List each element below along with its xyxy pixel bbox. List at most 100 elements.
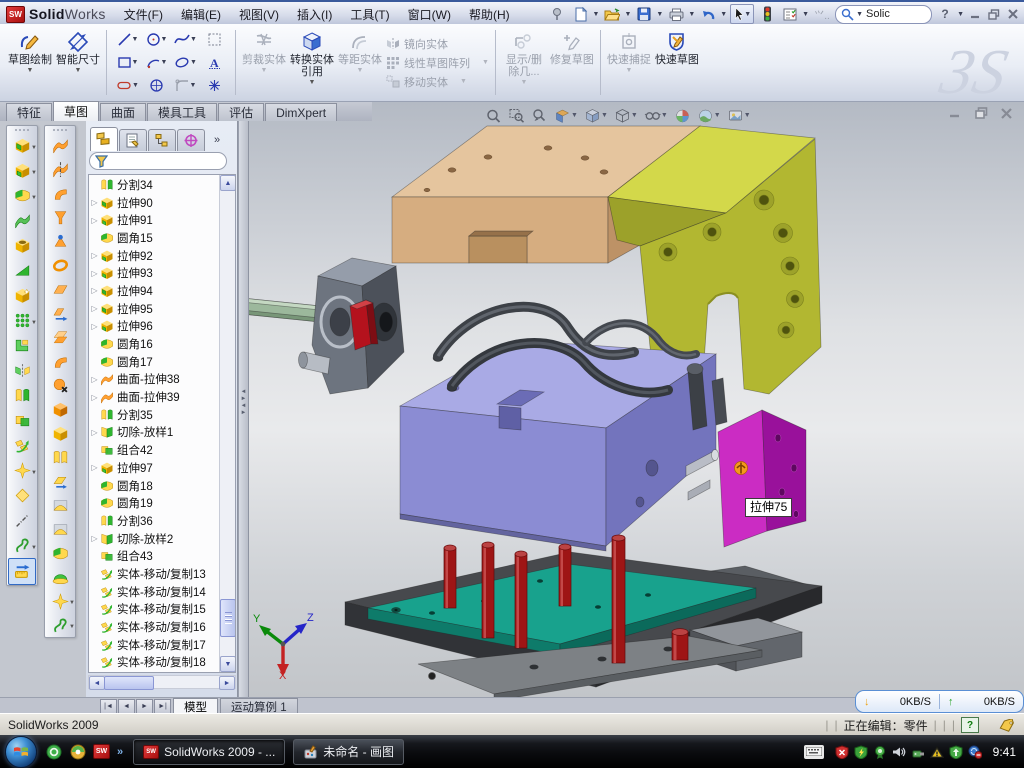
quick-tips-icon[interactable]: ? xyxy=(961,717,979,733)
quick-launch-overflow-icon[interactable]: » xyxy=(117,746,123,758)
zoom-magnifier-icon[interactable] xyxy=(529,107,550,125)
scroll-up-button[interactable]: ▲ xyxy=(220,175,236,191)
hide-show-items-dropdown-icon[interactable]: ▼ xyxy=(661,112,668,119)
arc-tool[interactable]: ▼ xyxy=(142,51,171,74)
knit-surface-button[interactable] xyxy=(45,541,75,565)
hide-show-items-icon[interactable]: ▼ xyxy=(642,107,670,125)
freeform-button[interactable] xyxy=(45,253,75,277)
shell-button[interactable] xyxy=(7,233,37,258)
curves-dropdown-icon[interactable]: ▼ xyxy=(31,545,37,551)
delete-face-button[interactable] xyxy=(45,373,75,397)
new-document-button[interactable] xyxy=(571,5,591,23)
tree-item[interactable]: ▷拉伸91 xyxy=(89,211,220,229)
help-button[interactable]: ? xyxy=(935,5,955,23)
axis-button[interactable] xyxy=(7,508,37,533)
print-button[interactable] xyxy=(666,5,686,23)
tree-item[interactable]: ▷拉伸93 xyxy=(89,264,220,282)
quick-snaps-dropdown-icon[interactable]: ▼ xyxy=(625,67,632,74)
replace-face-button[interactable] xyxy=(45,397,75,421)
display-delete-relations-button[interactable]: 显示/删除几... ▼ xyxy=(500,26,548,99)
update-shield-tray-icon[interactable] xyxy=(949,745,963,759)
mirror-feature-button[interactable] xyxy=(7,358,37,383)
extruded-boss-base-dropdown-icon[interactable]: ▼ xyxy=(31,145,37,151)
rapid-sketch-button[interactable]: 快速草图 xyxy=(653,26,701,99)
tree-item[interactable]: ▷切除-放样2 xyxy=(89,530,220,548)
undo-button[interactable] xyxy=(698,5,718,23)
boundary-surface-button[interactable] xyxy=(45,205,75,229)
tree-horizontal-scrollbar[interactable]: ◄ ► xyxy=(88,675,236,689)
tab-dimxpert-manager[interactable] xyxy=(177,129,205,151)
green-shield-lightning-tray-icon[interactable] xyxy=(854,745,868,759)
offset-entities-button[interactable]: 等距实体 ▼ xyxy=(336,26,384,99)
horizontal-scroll-thumb[interactable] xyxy=(104,676,154,690)
dome-button[interactable] xyxy=(45,565,75,589)
curves-2-dropdown-icon[interactable]: ▼ xyxy=(69,624,75,630)
prev-tab-button[interactable]: ◄ xyxy=(118,699,135,714)
options-button[interactable] xyxy=(780,5,800,23)
extend-surface-button[interactable] xyxy=(45,301,75,325)
taskbar-window-solidworks[interactable]: SW SolidWorks 2009 - ... xyxy=(133,739,285,765)
display-delete-dropdown-icon[interactable]: ▼ xyxy=(520,79,527,86)
mirror-entities-button[interactable]: 镜向实体 xyxy=(386,36,489,52)
plane-button[interactable] xyxy=(7,483,37,508)
swept-boss-button[interactable] xyxy=(7,208,37,233)
cut-with-surface-button[interactable] xyxy=(45,469,75,493)
service-badge-tray-icon[interactable] xyxy=(873,745,887,759)
trim-dropdown-icon[interactable]: ▼ xyxy=(261,67,268,74)
edit-appearance-icon[interactable] xyxy=(672,107,693,125)
planar-surface-button[interactable] xyxy=(45,277,75,301)
menu-item-6[interactable]: 帮助(H) xyxy=(461,4,518,25)
scroll-right-button[interactable]: ► xyxy=(219,676,235,690)
expand-icon[interactable]: ▷ xyxy=(89,216,100,225)
tree-item[interactable]: 圆角15 xyxy=(89,229,220,247)
open-button[interactable] xyxy=(602,5,622,23)
tab-dimxpert[interactable]: DimXpert xyxy=(265,103,337,121)
offset-surface-button[interactable] xyxy=(45,325,75,349)
revolved-surface-button[interactable] xyxy=(45,157,75,181)
model-3d[interactable] xyxy=(247,102,1024,697)
reference-geometry-2-button[interactable]: ▼ xyxy=(45,589,75,613)
scroll-left-button[interactable]: ◄ xyxy=(89,676,105,690)
expand-icon[interactable]: ▷ xyxy=(89,534,100,543)
view-settings-icon[interactable]: ▼ xyxy=(725,107,753,125)
tree-item[interactable]: 分割36 xyxy=(89,512,220,530)
warning-triangle-tray-icon[interactable] xyxy=(930,745,944,759)
tree-item[interactable]: ▷切除-放样1 xyxy=(89,424,220,442)
convert-dropdown-icon[interactable]: ▼ xyxy=(309,79,316,86)
blocked-sync-tray-icon[interactable] xyxy=(968,745,982,759)
menu-item-4[interactable]: 工具(T) xyxy=(342,4,397,25)
expand-icon[interactable]: ▷ xyxy=(89,322,100,331)
resources-icon[interactable]: ⺍.. xyxy=(812,5,832,23)
tab-surfaces[interactable]: 曲面 xyxy=(100,103,146,121)
sketch-fillet-tool[interactable]: ▼ xyxy=(171,74,200,97)
taskbar-window-paint[interactable]: 未命名 - 画图 xyxy=(293,739,404,765)
usb-device-tray-icon[interactable] xyxy=(911,745,925,759)
tree-item[interactable]: ▷拉伸92 xyxy=(89,247,220,265)
last-tab-button[interactable]: ►| xyxy=(154,699,171,714)
tree-filter-box[interactable] xyxy=(89,152,227,170)
select-tool-button[interactable]: ▼ xyxy=(730,4,754,24)
reference-geometry-2-dropdown-icon[interactable]: ▼ xyxy=(69,600,75,606)
open-dropdown-icon[interactable]: ▼ xyxy=(624,11,631,18)
doc-restore-button[interactable] xyxy=(972,106,990,120)
volume-tray-icon[interactable] xyxy=(892,745,906,759)
tree-item[interactable]: 分割35 xyxy=(89,406,220,424)
extruded-cut-button[interactable]: ▼ xyxy=(7,158,37,183)
tag-icon[interactable] xyxy=(999,719,1016,732)
sketch-draw-button[interactable]: 草图绘制 ▼ xyxy=(6,26,54,99)
expand-icon[interactable]: ▷ xyxy=(89,428,100,437)
linear-pattern-dropdown-icon[interactable]: ▼ xyxy=(482,59,489,66)
move-entities-button[interactable]: 移动实体 ▼ xyxy=(386,74,489,90)
start-button[interactable] xyxy=(5,736,37,768)
ruled-surface-button[interactable] xyxy=(45,349,75,373)
rib-button[interactable] xyxy=(7,333,37,358)
save-button[interactable] xyxy=(634,5,654,23)
line-tool[interactable]: ▼ xyxy=(113,28,142,51)
tree-item[interactable]: ▷曲面-拉伸38 xyxy=(89,371,220,389)
tab-model[interactable]: 模型 xyxy=(173,698,218,714)
linear-pattern-button[interactable]: ▼ xyxy=(7,308,37,333)
reference-geometry-dropdown-icon[interactable]: ▼ xyxy=(31,470,37,476)
curves-2-button[interactable]: ▼ xyxy=(45,613,75,637)
trim-surface-button[interactable] xyxy=(45,493,75,517)
quick-snaps-button[interactable]: 快速捕捉 ▼ xyxy=(605,26,653,99)
